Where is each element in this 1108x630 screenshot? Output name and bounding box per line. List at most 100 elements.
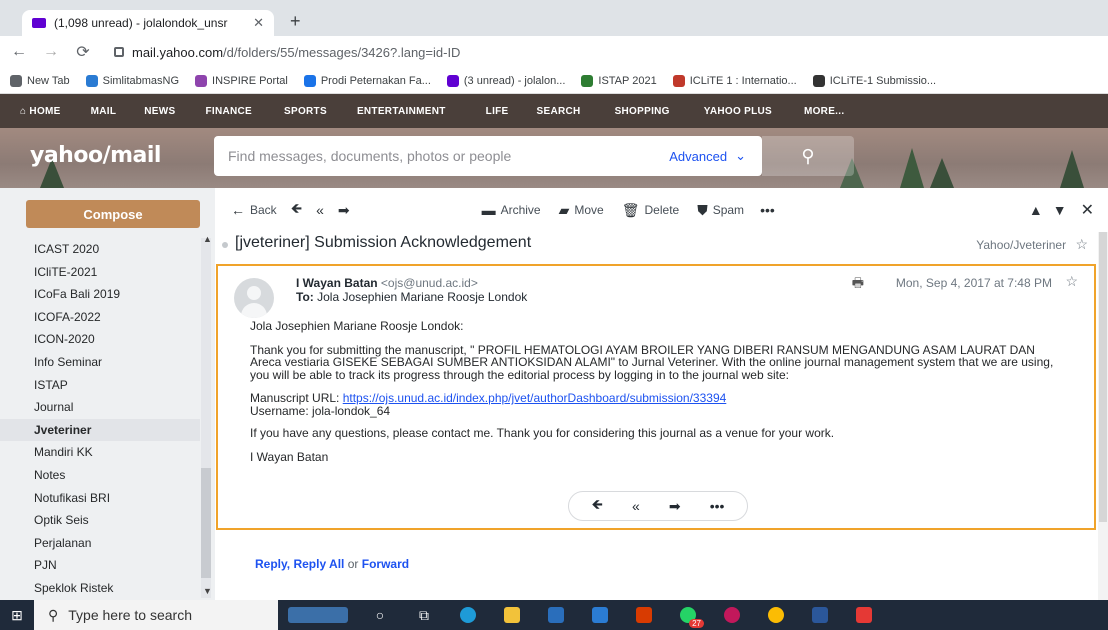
tab-close-icon[interactable]: ✕ bbox=[253, 15, 264, 31]
yahoo-nav-more[interactable]: MORE... bbox=[804, 106, 844, 117]
yahoo-nav-entertainment[interactable]: ENTERTAINMENT bbox=[357, 106, 446, 117]
back-button[interactable]: ← Back bbox=[231, 202, 277, 218]
reply-all-button[interactable]: « bbox=[316, 202, 324, 218]
yahoo-nav-search[interactable]: SEARCH bbox=[537, 106, 581, 117]
or-text: or bbox=[347, 557, 359, 571]
search-input[interactable]: Find messages, documents, photos or peop… bbox=[214, 136, 762, 176]
sidebar-folder-item[interactable]: ICAST 2020 bbox=[0, 238, 200, 261]
browser-tab[interactable]: (1,098 unread) - jolalondok_unsr ✕ bbox=[22, 10, 274, 36]
url-field[interactable]: mail.yahoo.com/d/folders/55/messages/342… bbox=[114, 45, 460, 60]
back-arrow-icon[interactable]: ← bbox=[6, 43, 32, 61]
message-scroll-thumb[interactable] bbox=[1099, 232, 1107, 522]
forward-link[interactable]: Forward bbox=[362, 557, 409, 571]
scroll-up-icon[interactable]: ▲ bbox=[203, 234, 212, 244]
forward-arrow-icon[interactable]: → bbox=[38, 43, 64, 61]
archive-button[interactable]: ▬ Archive bbox=[482, 202, 541, 218]
next-message-button[interactable]: ▼ bbox=[1053, 202, 1067, 218]
reply-icon[interactable]: 🡸 bbox=[592, 494, 603, 518]
reload-icon[interactable]: ⟳ bbox=[70, 42, 96, 62]
bookmark-item[interactable]: ISTAP 2021 bbox=[581, 74, 657, 87]
spam-button[interactable]: ⛊ Spam bbox=[697, 202, 744, 219]
sidebar-folder-item[interactable]: Speklok Ristek bbox=[0, 577, 200, 600]
photos-icon[interactable] bbox=[710, 600, 754, 630]
whatsapp-icon[interactable]: 27 bbox=[666, 600, 710, 630]
reply-link[interactable]: Reply bbox=[255, 557, 287, 571]
sidebar-folder-item[interactable]: ICOFA-2022 bbox=[0, 306, 200, 329]
bookmark-item[interactable]: Prodi Peternakan Fa... bbox=[303, 74, 431, 87]
advanced-search-button[interactable]: Advanced ⌄ bbox=[669, 148, 746, 164]
weather-widget-icon[interactable] bbox=[278, 600, 358, 630]
acrobat-icon[interactable] bbox=[842, 600, 886, 630]
message-scrollbar[interactable] bbox=[1098, 232, 1108, 600]
bookmark-item[interactable]: SimlitabmasNG bbox=[85, 74, 179, 87]
sidebar-folder-item[interactable]: ICON-2020 bbox=[0, 328, 200, 351]
chrome-icon[interactable] bbox=[754, 600, 798, 630]
reply-all-icon[interactable]: « bbox=[632, 498, 640, 514]
office-icon[interactable] bbox=[622, 600, 666, 630]
star-icon[interactable]: ☆ bbox=[1075, 236, 1088, 252]
bookmark-item[interactable]: New Tab bbox=[10, 74, 70, 87]
delete-button[interactable]: 🗑 Delete bbox=[622, 202, 679, 219]
yahoo-nav-label: SEARCH bbox=[536, 105, 581, 117]
print-icon[interactable]: 🖶 bbox=[852, 274, 864, 296]
compose-button[interactable]: Compose bbox=[26, 200, 200, 228]
sidebar-folder-item[interactable]: Notes bbox=[0, 464, 200, 487]
reply-all-link[interactable]: Reply All bbox=[293, 557, 344, 571]
sidebar-folder-item[interactable]: Jveteriner bbox=[0, 418, 200, 442]
word-icon[interactable] bbox=[798, 600, 842, 630]
sidebar-folder-item[interactable]: Mandiri KK bbox=[0, 441, 200, 464]
bookmark-item[interactable]: (3 unread) - jolalon... bbox=[446, 74, 565, 87]
star-icon[interactable]: ☆ bbox=[1065, 273, 1078, 290]
bookmark-item[interactable]: ICLiTE-1 Submissio... bbox=[812, 74, 936, 87]
sidebar-folder-item[interactable]: ISTAP bbox=[0, 374, 200, 397]
bookmark-label: ICLiTE 1 : Internatio... bbox=[689, 74, 797, 87]
caret-down-icon: ▼ bbox=[1052, 202, 1067, 218]
task-view-icon[interactable]: ⧉ bbox=[402, 600, 446, 630]
sidebar-folder-item[interactable]: ICliTE-2021 bbox=[0, 261, 200, 284]
sidebar-scrollbar[interactable] bbox=[201, 238, 211, 598]
yahoo-nav-news[interactable]: NEWS bbox=[144, 106, 175, 117]
search-placeholder: Find messages, documents, photos or peop… bbox=[228, 148, 512, 164]
store-icon[interactable] bbox=[534, 600, 578, 630]
windows-taskbar: ⊞ ⚲ Type here to search ○ ⧉ 27 bbox=[0, 600, 1108, 630]
yahoo-nav-sports[interactable]: SPORTS bbox=[284, 106, 327, 117]
yahoo-nav-yahoo-plus[interactable]: YAHOO PLUS bbox=[704, 106, 772, 117]
yahoo-nav-label: YAHOO PLUS bbox=[703, 105, 772, 117]
sidebar-folder-item[interactable]: ICoFa Bali 2019 bbox=[0, 283, 200, 306]
bookmark-item[interactable]: ICLiTE 1 : Internatio... bbox=[672, 74, 797, 87]
yahoo-nav-label: SHOPPING bbox=[614, 105, 670, 117]
sidebar-folder-item[interactable]: Perjalanan bbox=[0, 532, 200, 555]
yahoo-nav-life[interactable]: LIFE bbox=[486, 106, 509, 117]
sidebar-folder-item[interactable]: Info Seminar bbox=[0, 351, 200, 374]
cortana-icon[interactable]: ○ bbox=[358, 600, 402, 630]
more-button[interactable]: ••• bbox=[760, 202, 775, 218]
forward-icon[interactable]: ➡ bbox=[669, 498, 681, 515]
taskbar-search-input[interactable]: ⚲ Type here to search bbox=[34, 600, 278, 630]
edge-icon[interactable] bbox=[446, 600, 490, 630]
sidebar-scroll-thumb[interactable] bbox=[201, 468, 211, 578]
yahoo-nav-shopping[interactable]: SHOPPING bbox=[615, 106, 670, 117]
forward-button[interactable]: ➡ bbox=[338, 202, 350, 219]
yahoo-mail-logo[interactable]: yahoo/mail bbox=[30, 143, 161, 168]
move-button[interactable]: ▰ Move bbox=[559, 202, 604, 219]
more-dots-icon[interactable]: ••• bbox=[710, 498, 725, 514]
yahoo-nav-mail[interactable]: MAIL bbox=[91, 106, 117, 117]
yahoo-nav-finance[interactable]: FINANCE bbox=[205, 106, 252, 117]
bookmark-item[interactable]: INSPIRE Portal bbox=[195, 74, 288, 87]
sender[interactable]: I Wayan Batan <ojs@unud.ac.id> bbox=[296, 276, 478, 290]
sidebar-folder-item[interactable]: PJN bbox=[0, 554, 200, 577]
sidebar-folder-item[interactable]: Journal bbox=[0, 396, 200, 419]
file-explorer-icon[interactable] bbox=[490, 600, 534, 630]
search-button[interactable]: ⚲ bbox=[762, 136, 854, 176]
windows-start-icon[interactable]: ⊞ bbox=[0, 607, 34, 624]
new-tab-icon[interactable]: + bbox=[290, 11, 301, 32]
reply-button[interactable]: 🡸 bbox=[291, 198, 302, 222]
yahoo-nav-home[interactable]: ⌂ HOME bbox=[20, 106, 61, 117]
scroll-down-icon[interactable]: ▼ bbox=[203, 586, 212, 596]
manuscript-link[interactable]: https://ojs.unud.ac.id/index.php/jvet/au… bbox=[343, 391, 727, 405]
sidebar-folder-item[interactable]: Optik Seis bbox=[0, 509, 200, 532]
mail-icon[interactable] bbox=[578, 600, 622, 630]
previous-message-button[interactable]: ▲ bbox=[1029, 202, 1043, 218]
close-message-button[interactable]: ✕ bbox=[1081, 200, 1094, 220]
sidebar-folder-item[interactable]: Notufikasi BRI bbox=[0, 487, 200, 510]
